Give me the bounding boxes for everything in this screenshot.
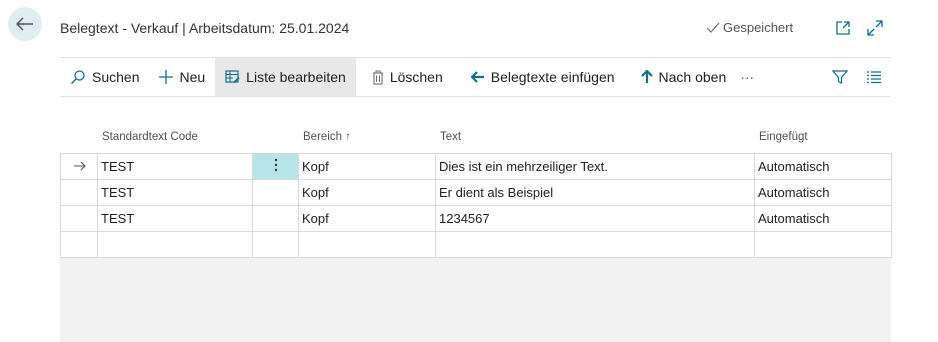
save-status: Gespeichert	[706, 20, 793, 35]
cell-inserted[interactable]: Automatisch	[754, 205, 892, 232]
filter-icon	[832, 70, 848, 84]
trash-icon	[372, 69, 383, 85]
arrow-left-icon	[16, 17, 33, 31]
filter-button[interactable]	[832, 58, 848, 96]
new-label: Neu	[179, 69, 206, 85]
checkmark-icon	[706, 22, 720, 33]
cell-code[interactable]: TEST	[97, 153, 253, 180]
row-actions-cell[interactable]	[252, 179, 299, 206]
row-actions-cell[interactable]	[252, 205, 299, 232]
edit-list-label: Liste bearbeiten	[246, 69, 346, 85]
plus-icon	[159, 70, 174, 84]
column-header-text[interactable]: Text	[440, 131, 461, 143]
cell-inserted[interactable]: Automatisch	[754, 179, 892, 206]
saved-label: Gespeichert	[723, 20, 794, 35]
row-actions-cell[interactable]	[252, 231, 299, 258]
arrow-up-icon	[640, 70, 653, 83]
row-indicator	[60, 153, 98, 180]
row-indicator	[60, 231, 98, 258]
search-label: Suchen	[92, 69, 140, 85]
column-header-code[interactable]: Standardtext Code	[102, 131, 198, 143]
table-row[interactable]: TEST Kopf Er dient als Beispiel Automati…	[60, 179, 892, 206]
table-row-empty[interactable]	[60, 231, 892, 258]
cell-code[interactable]: TEST	[97, 205, 253, 232]
column-header-row: Standardtext Code Bereich ↑ Text Eingefü…	[60, 125, 891, 153]
table-row[interactable]: TEST Kopf Dies ist ein mehrzeiliger Text…	[60, 153, 892, 180]
page: Belegtext - Verkauf | Arbeitsdatum: 25.0…	[0, 0, 938, 342]
insert-texts-button[interactable]: Belegtexte einfügen	[461, 58, 625, 96]
arrow-right-icon	[73, 161, 86, 171]
more-actions-button[interactable]: ···	[736, 58, 758, 96]
row-actions-button[interactable]	[252, 153, 299, 180]
move-up-label: Nach oben	[658, 69, 727, 85]
open-new-window-icon[interactable]	[834, 19, 852, 37]
page-title: Belegtext - Verkauf | Arbeitsdatum: 25.0…	[60, 20, 350, 36]
list-icon	[867, 71, 881, 84]
cell-area[interactable]: Kopf	[298, 205, 436, 232]
column-header-inserted[interactable]: Eingefügt	[759, 131, 808, 143]
cell-inserted[interactable]: Automatisch	[754, 153, 892, 180]
cell-code[interactable]	[97, 231, 253, 258]
row-indicator	[60, 179, 98, 206]
cell-text[interactable]: Dies ist ein mehrzeiliger Text.	[435, 153, 755, 180]
move-up-button[interactable]: Nach oben	[631, 58, 737, 96]
cell-text[interactable]	[435, 231, 755, 258]
back-button[interactable]	[8, 7, 42, 41]
action-bar: Suchen Neu Liste bearbeiten Löschen Bele…	[60, 57, 891, 97]
arrow-left-icon	[470, 71, 484, 83]
new-button[interactable]: Neu	[149, 58, 215, 96]
delete-button[interactable]: Löschen	[362, 58, 453, 96]
cell-inserted[interactable]	[754, 231, 892, 258]
cell-area[interactable]: Kopf	[298, 179, 436, 206]
search-icon	[71, 70, 85, 85]
cell-text[interactable]: 1234567	[435, 205, 755, 232]
more-vertical-icon	[274, 158, 277, 172]
text-lines-table: TEST Kopf Dies ist ein mehrzeiliger Text…	[60, 153, 892, 258]
cell-text[interactable]: Er dient als Beispiel	[435, 179, 755, 206]
insert-texts-label: Belegtexte einfügen	[490, 69, 615, 85]
cell-code[interactable]: TEST	[97, 179, 253, 206]
row-indicator	[60, 205, 98, 232]
column-header-area[interactable]: Bereich ↑	[303, 131, 351, 143]
search-button[interactable]: Suchen	[60, 58, 149, 96]
edit-list-icon	[225, 70, 240, 84]
delete-label: Löschen	[389, 69, 443, 85]
list-view-button[interactable]	[866, 58, 882, 96]
expand-icon[interactable]	[866, 19, 884, 37]
cell-area[interactable]	[298, 231, 436, 258]
table-row[interactable]: TEST Kopf 1234567 Automatisch	[60, 205, 892, 232]
edit-list-button[interactable]: Liste bearbeiten	[215, 58, 356, 96]
cell-area[interactable]: Kopf	[298, 153, 436, 180]
